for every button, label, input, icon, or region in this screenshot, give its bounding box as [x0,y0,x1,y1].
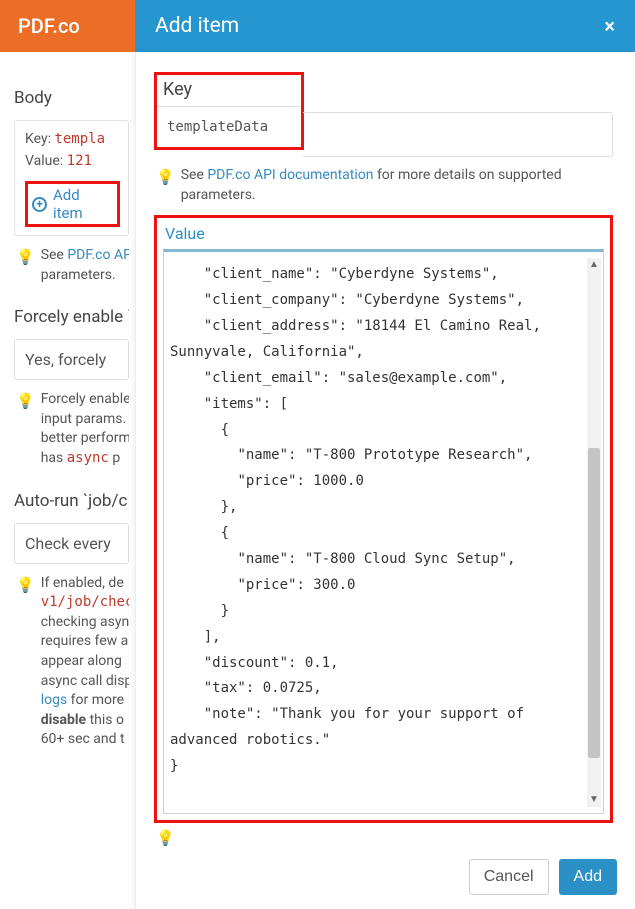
add-item-label: Add item [53,186,113,222]
kv-key-line: Key: templa [25,131,120,147]
autorun-select[interactable]: Check every [14,523,129,564]
bulb-icon: 💡 [156,829,175,847]
key-input[interactable]: templateData [157,106,301,147]
modal-title: Add item [155,14,239,38]
tip-forcely: 💡 Forcely enable input params. better pe… [16,390,129,468]
api-docs-link[interactable]: PDF.co API documentation [207,167,373,183]
bulb-icon: 💡 [16,247,35,268]
close-icon[interactable]: × [604,14,615,38]
api-docs-link-left[interactable]: PDF.co AP [67,247,129,263]
bulb-icon: 💡 [16,391,35,412]
section-forcely-title: Forcely enable ` [14,307,129,327]
value-label: Value [163,222,604,249]
plus-circle-icon: + [32,197,47,212]
value-highlight: Value "client_name": "Cyberdyne Systems"… [154,215,613,823]
tip-modal-docs: 💡 See PDF.co API documentation for more … [156,166,613,205]
modal-body: Key templateData 💡 See PDF.co API docume… [135,52,635,909]
value-content[interactable]: "client_name": "Cyberdyne Systems", "cli… [164,252,603,813]
value-textarea[interactable]: "client_name": "Cyberdyne Systems", "cli… [163,249,604,814]
scroll-up-icon[interactable]: ▲ [587,258,601,272]
modal-titlebar: Add item × [135,0,635,52]
forcely-select[interactable]: Yes, forcely [14,339,129,380]
modal-footer: Cancel Add [154,847,635,909]
key-label: Key [157,75,301,106]
cancel-button[interactable]: Cancel [469,859,549,895]
section-autorun-title: Auto-run `job/c [14,491,129,511]
section-body-title: Body [14,88,129,108]
logs-link[interactable]: logs [41,692,67,708]
scrollbar[interactable]: ▲ ▼ [587,258,601,807]
add-button[interactable]: Add [559,859,617,895]
brand-logo: PDF.co [0,0,135,52]
add-item-button[interactable]: + Add item [32,186,113,222]
tip-api-docs: 💡 See PDF.co AP parameters. [16,246,129,285]
background-panel: Body Key: templa Value: 121 + Add item 💡… [0,52,135,909]
kv-value-line: Value: 121 [25,153,120,169]
add-item-highlight: + Add item [25,181,120,227]
bulb-icon: 💡 [156,167,175,188]
key-highlight: Key templateData [154,72,304,150]
tip-autorun: 💡 If enabled, de v1/job/chec checking as… [16,574,129,750]
scroll-down-icon[interactable]: ▼ [587,793,601,807]
body-item-box: Key: templa Value: 121 + Add item [14,120,129,236]
scroll-thumb[interactable] [588,448,600,758]
bulb-icon: 💡 [16,575,35,596]
